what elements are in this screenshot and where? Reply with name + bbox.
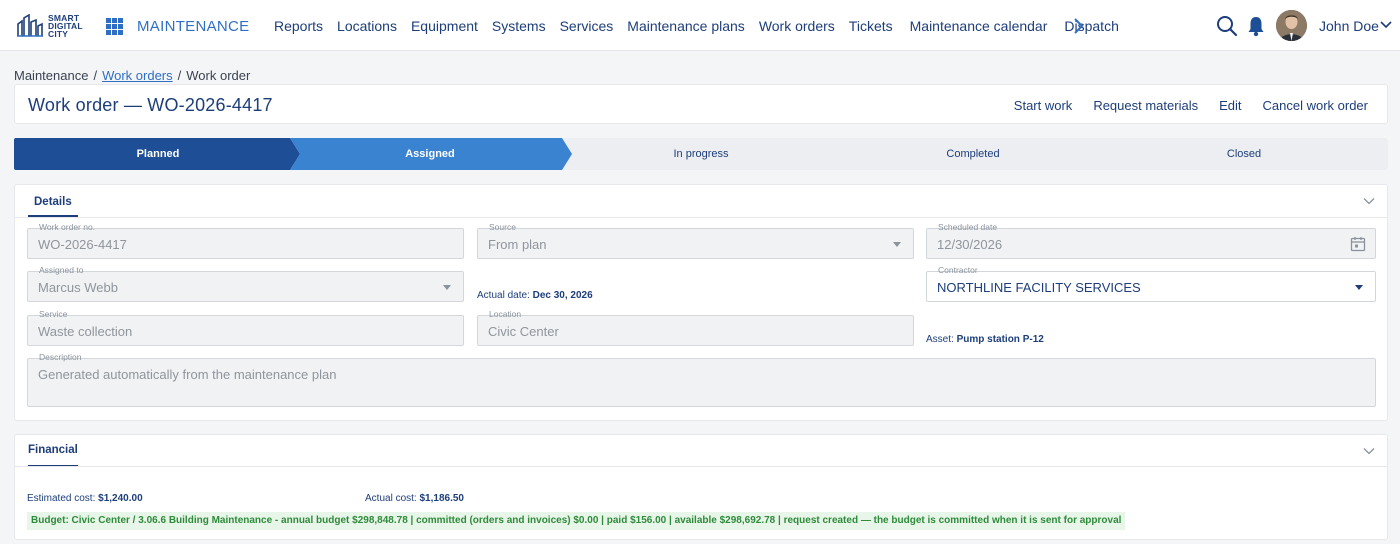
work-order-no-field: Work order no. WO-2026-4417 xyxy=(27,222,464,259)
bell-icon[interactable] xyxy=(1247,15,1265,37)
budget-summary: Budget: Civic Center / 3.06.6 Building M… xyxy=(27,512,1126,530)
smart-digital-city-logo[interactable]: SMART DIGITAL CITY xyxy=(16,11,83,41)
caret-down-icon xyxy=(1355,285,1363,290)
step-completed[interactable]: Completed xyxy=(913,148,1033,160)
location-field: Location Civic Center xyxy=(477,309,914,346)
breadcrumb: Maintenance / Work orders / Work order xyxy=(14,68,250,83)
breadcrumb-link-work-orders[interactable]: Work orders xyxy=(102,68,173,83)
step-closed[interactable]: Closed xyxy=(1184,148,1304,160)
financial-divider xyxy=(15,466,1387,467)
edit-button[interactable]: Edit xyxy=(1219,98,1241,113)
breadcrumb-separator: / xyxy=(93,68,98,83)
chevron-right-icon[interactable] xyxy=(1071,17,1085,35)
nav-item-maintenance-calendar[interactable]: Maintenance calendar xyxy=(910,18,1048,34)
nav-item-tickets[interactable]: Tickets xyxy=(849,18,893,34)
cancel-work-order-button[interactable]: Cancel work order xyxy=(1263,98,1369,113)
collapse-chevron-icon[interactable] xyxy=(1363,197,1375,205)
tab-financial[interactable]: Financial xyxy=(28,444,78,456)
nav-item-systems[interactable]: Systems xyxy=(492,18,546,34)
field-value: 12/30/2026 xyxy=(937,237,1003,252)
logo-text: SMART DIGITAL CITY xyxy=(48,13,83,39)
top-navigation-bar: SMART DIGITAL CITY MAINTENANCE Reports L… xyxy=(0,0,1400,51)
main-nav: Reports Locations Equipment Systems Serv… xyxy=(274,18,1119,34)
field-value: Civic Center xyxy=(488,324,559,339)
page-header: Work order — WO-2026-4417 Start work Req… xyxy=(14,84,1388,124)
step-planned[interactable]: Planned xyxy=(98,148,218,160)
actual-cost-value: $1,186.50 xyxy=(419,493,464,504)
field-label: Description xyxy=(39,352,82,362)
nav-item-locations[interactable]: Locations xyxy=(337,18,397,34)
page-title: Work order — WO-2026-4417 xyxy=(28,95,273,115)
chevron-down-icon[interactable] xyxy=(1380,20,1392,30)
field-value: Generated automatically from the mainten… xyxy=(38,367,337,382)
asset-label: Asset: xyxy=(926,334,954,345)
field-label: Assigned to xyxy=(39,265,84,275)
user-photo xyxy=(1276,10,1307,41)
field-value: WO-2026-4417 xyxy=(38,237,127,252)
nav-item-equipment[interactable]: Equipment xyxy=(411,18,478,34)
actual-cost: Actual cost: $1,186.50 xyxy=(365,493,464,504)
asset-value: Pump station P-12 xyxy=(956,334,1044,345)
search-icon[interactable] xyxy=(1216,15,1238,37)
source-select: Source From plan xyxy=(477,222,914,259)
breadcrumb-separator: / xyxy=(177,68,182,83)
field-label: Service xyxy=(39,309,68,319)
actual-cost-label: Actual cost: xyxy=(365,493,417,504)
caret-down-icon xyxy=(443,285,451,290)
nav-item-maintenance-plans[interactable]: Maintenance plans xyxy=(627,18,745,34)
nav-item-work-orders[interactable]: Work orders xyxy=(759,18,835,34)
start-work-button[interactable]: Start work xyxy=(1014,98,1073,113)
field-label: Contractor xyxy=(938,265,978,275)
estimated-cost-value: $1,240.00 xyxy=(98,493,143,504)
calendar-icon xyxy=(1350,237,1366,252)
avatar[interactable] xyxy=(1276,10,1307,41)
tab-details[interactable]: Details xyxy=(34,196,72,208)
caret-down-icon xyxy=(893,242,901,247)
user-name[interactable]: John Doe xyxy=(1319,18,1379,34)
field-value: Marcus Webb xyxy=(38,280,118,295)
page-scrollbar[interactable] xyxy=(1388,51,1400,544)
field-value: Waste collection xyxy=(38,324,133,339)
field-label: Scheduled date xyxy=(938,222,998,232)
request-materials-button[interactable]: Request materials xyxy=(1093,98,1198,113)
app-name: MAINTENANCE xyxy=(137,18,250,35)
service-field: Service Waste collection xyxy=(27,309,464,346)
asset: Asset: Pump station P-12 xyxy=(926,334,1044,345)
field-label: Work order no. xyxy=(39,222,96,232)
description-field: Description Generated automatically from… xyxy=(27,352,1376,407)
collapse-chevron-icon[interactable] xyxy=(1363,447,1375,455)
city-logo-icon xyxy=(17,14,43,37)
header-actions: Start work Request materials Edit Cancel… xyxy=(993,98,1368,113)
step-in-progress[interactable]: In progress xyxy=(641,148,761,160)
breadcrumb-root: Maintenance xyxy=(14,68,89,83)
scheduled-date-field: Scheduled date 12/30/2026 xyxy=(926,222,1376,259)
actual-date: Actual date: Dec 30, 2026 xyxy=(477,290,593,301)
status-stepper: Planned Assigned In progress Completed C… xyxy=(14,138,1388,170)
nav-item-reports[interactable]: Reports xyxy=(274,18,323,34)
actual-date-value: Dec 30, 2026 xyxy=(532,290,593,301)
estimated-cost: Estimated cost: $1,240.00 xyxy=(27,493,143,504)
field-value: From plan xyxy=(488,237,547,252)
field-value: NORTHLINE FACILITY SERVICES xyxy=(937,280,1141,295)
details-divider xyxy=(15,217,1387,218)
contractor-select[interactable]: Contractor NORTHLINE FACILITY SERVICES xyxy=(926,265,1376,302)
field-label: Location xyxy=(489,309,522,319)
breadcrumb-current: Work order xyxy=(186,68,251,83)
assigned-to-select: Assigned to Marcus Webb xyxy=(27,265,464,302)
app-launcher-grid-icon[interactable] xyxy=(106,18,123,35)
estimated-cost-label: Estimated cost: xyxy=(27,493,96,504)
field-label: Source xyxy=(489,222,516,232)
step-assigned[interactable]: Assigned xyxy=(370,148,490,160)
nav-item-services[interactable]: Services xyxy=(560,18,614,34)
actual-date-label: Actual date: xyxy=(477,290,530,301)
